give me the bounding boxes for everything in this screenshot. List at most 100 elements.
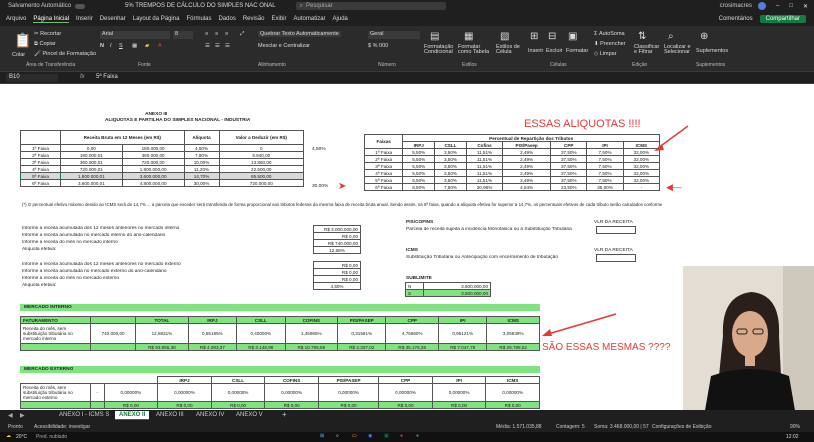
- cell[interactable]: 3,50%: [434, 155, 467, 163]
- fill-button[interactable]: ⬇ Preencher: [594, 41, 626, 47]
- me-total[interactable]: R$ 0,00: [210, 401, 266, 409]
- format-cells-button[interactable]: Formatar: [566, 48, 588, 54]
- cell-de[interactable]: 360.000,01: [60, 158, 123, 166]
- find-select-button[interactable]: Localizar e Selecionar: [664, 44, 692, 55]
- fx-icon[interactable]: fx: [80, 74, 85, 80]
- mi-cell[interactable]: 0,40000%: [236, 323, 286, 344]
- sublimite-value[interactable]: 3.600.000,00: [422, 289, 492, 297]
- avatar[interactable]: [758, 2, 766, 10]
- cell[interactable]: 7,50%: [586, 169, 624, 177]
- mi-cell[interactable]: 0,55185%: [187, 323, 238, 344]
- mi-cell[interactable]: 4,75660%: [385, 323, 439, 344]
- cell[interactable]: 2,49%: [502, 169, 552, 177]
- cell-ate[interactable]: 1.800.000,00: [121, 165, 185, 173]
- font-color-icon[interactable]: A: [158, 43, 162, 49]
- excel-icon[interactable]: ▣: [384, 433, 389, 439]
- cell[interactable]: 5,50%: [402, 148, 436, 156]
- me-cell[interactable]: 0,00000%: [103, 383, 159, 402]
- cell-deduzir[interactable]: 13.860,00: [218, 158, 305, 166]
- cell[interactable]: 32,00%: [622, 176, 661, 184]
- cell[interactable]: 7,50%: [586, 155, 624, 163]
- align-top-icon[interactable]: ≡: [205, 31, 208, 37]
- menu-revisao[interactable]: Revisão: [243, 16, 265, 22]
- cell[interactable]: 2,49%: [502, 148, 552, 156]
- cell[interactable]: 32,00%: [622, 162, 661, 170]
- cell[interactable]: 11,51%: [465, 169, 504, 177]
- cell-ate[interactable]: 4.800.000,00: [121, 179, 185, 187]
- cell-ate[interactable]: 720.000,00: [121, 158, 185, 166]
- me-total[interactable]: R$ 0,00: [317, 401, 380, 409]
- autosum-button[interactable]: Σ AutoSoma: [594, 31, 625, 37]
- cell-aliquota[interactable]: 14,70%: [183, 172, 220, 180]
- cell-aliquota[interactable]: 11,20%: [183, 165, 220, 173]
- align-bottom-icon[interactable]: ≡: [225, 31, 228, 37]
- chrome-icon[interactable]: ◉: [368, 433, 372, 439]
- cell[interactable]: 35,00%: [586, 183, 624, 191]
- share-button[interactable]: Compartilhar: [759, 15, 806, 23]
- cell-deduzir[interactable]: 85.500,00: [218, 172, 305, 180]
- comments-button[interactable]: Comentários: [719, 16, 753, 22]
- menu-dados[interactable]: Dados: [218, 16, 235, 22]
- name-box[interactable]: B10: [6, 74, 58, 82]
- mi-cell[interactable]: 740.000,00: [89, 323, 137, 344]
- autosave-toggle[interactable]: Salvamento Automático: [8, 3, 71, 9]
- font-name-select[interactable]: Arial: [100, 31, 170, 39]
- cell[interactable]: 3,50%: [434, 169, 467, 177]
- italic-button[interactable]: I: [110, 43, 112, 49]
- format-painter-button[interactable]: 🖌 Pincel de Formatação: [34, 51, 96, 57]
- cell[interactable]: 3,50%: [434, 148, 467, 156]
- cell[interactable]: 4ª Faixa: [363, 169, 404, 177]
- app-icon[interactable]: ●: [400, 433, 403, 439]
- me-cell[interactable]: 0,00000%: [157, 383, 212, 402]
- cell[interactable]: 20,96%: [465, 183, 504, 191]
- mi-total[interactable]: R$ 93.855,38: [135, 343, 189, 351]
- cell[interactable]: 2,49%: [502, 155, 552, 163]
- me-total[interactable]: R$ 0,00: [485, 401, 540, 409]
- cell-aliquota[interactable]: 4,50%: [183, 144, 220, 152]
- cell[interactable]: 5,50%: [402, 162, 436, 170]
- cond-format-icon[interactable]: ▤: [430, 31, 439, 42]
- mi-total[interactable]: R$ 35.176,36: [385, 343, 439, 351]
- me-total[interactable]: R$ 0,00: [157, 401, 212, 409]
- input-cell[interactable]: 12,68%: [313, 246, 361, 254]
- input-cell[interactable]: R$ 740.000,00: [313, 239, 361, 247]
- cell[interactable]: 11,51%: [465, 176, 504, 184]
- insert-cells-button[interactable]: Inserir: [528, 48, 543, 54]
- toggle-icon[interactable]: [75, 3, 86, 9]
- insert-cells-icon[interactable]: ⊞: [530, 31, 538, 42]
- me-total[interactable]: R$ 0,00: [431, 401, 487, 409]
- user-name[interactable]: crosimacres: [720, 3, 752, 9]
- cell[interactable]: 32,00%: [622, 169, 661, 177]
- fill-color-icon[interactable]: ▰: [145, 43, 149, 49]
- underline-button[interactable]: S: [119, 43, 123, 49]
- add-sheet-button[interactable]: +: [282, 410, 287, 419]
- cell[interactable]: 2,49%: [502, 162, 552, 170]
- wrap-text-button[interactable]: Quebrar Texto Automaticamente: [258, 31, 341, 37]
- cell-de[interactable]: 1.800.000,01: [60, 172, 123, 180]
- tab-scroll-right-icon[interactable]: ▶: [20, 412, 25, 419]
- paste-button[interactable]: Colar: [12, 52, 25, 58]
- input-cell[interactable]: R$ 3.000.000,00: [313, 225, 361, 233]
- number-format-select[interactable]: Geral: [368, 31, 420, 39]
- cell-deduzir[interactable]: 720.000,00: [218, 179, 305, 187]
- menu-arquivo[interactable]: Arquivo: [6, 16, 26, 22]
- cell[interactable]: 37,50%: [550, 169, 588, 177]
- app-icon[interactable]: ●: [416, 433, 419, 439]
- cell[interactable]: 11,51%: [465, 162, 504, 170]
- format-table-button[interactable]: Formatar como Tabela: [458, 44, 494, 55]
- display-settings[interactable]: Configurações de Exibição: [652, 424, 711, 430]
- cell-deduzir[interactable]: 5.940,00: [218, 151, 305, 159]
- menu-ajuda[interactable]: Ajuda: [333, 16, 348, 22]
- me-total[interactable]: R$ 0,00: [264, 401, 319, 409]
- delete-cells-button[interactable]: Excluir: [546, 48, 563, 54]
- cell[interactable]: 37,50%: [550, 155, 588, 163]
- me-cell[interactable]: -: [90, 383, 105, 402]
- search-taskbar-icon[interactable]: ⌕: [336, 433, 339, 439]
- cell-aliquota[interactable]: 10,00%: [183, 158, 220, 166]
- cell-faixa-selected[interactable]: 5ª Faixa: [20, 172, 61, 180]
- me-cell[interactable]: 0,00000%: [431, 383, 487, 402]
- mi-total[interactable]: R$ 10.799,59: [284, 343, 339, 351]
- cell[interactable]: 7,50%: [586, 162, 624, 170]
- cell[interactable]: 37,50%: [550, 176, 588, 184]
- sort-filter-button[interactable]: Classificar e Filtrar: [634, 44, 659, 55]
